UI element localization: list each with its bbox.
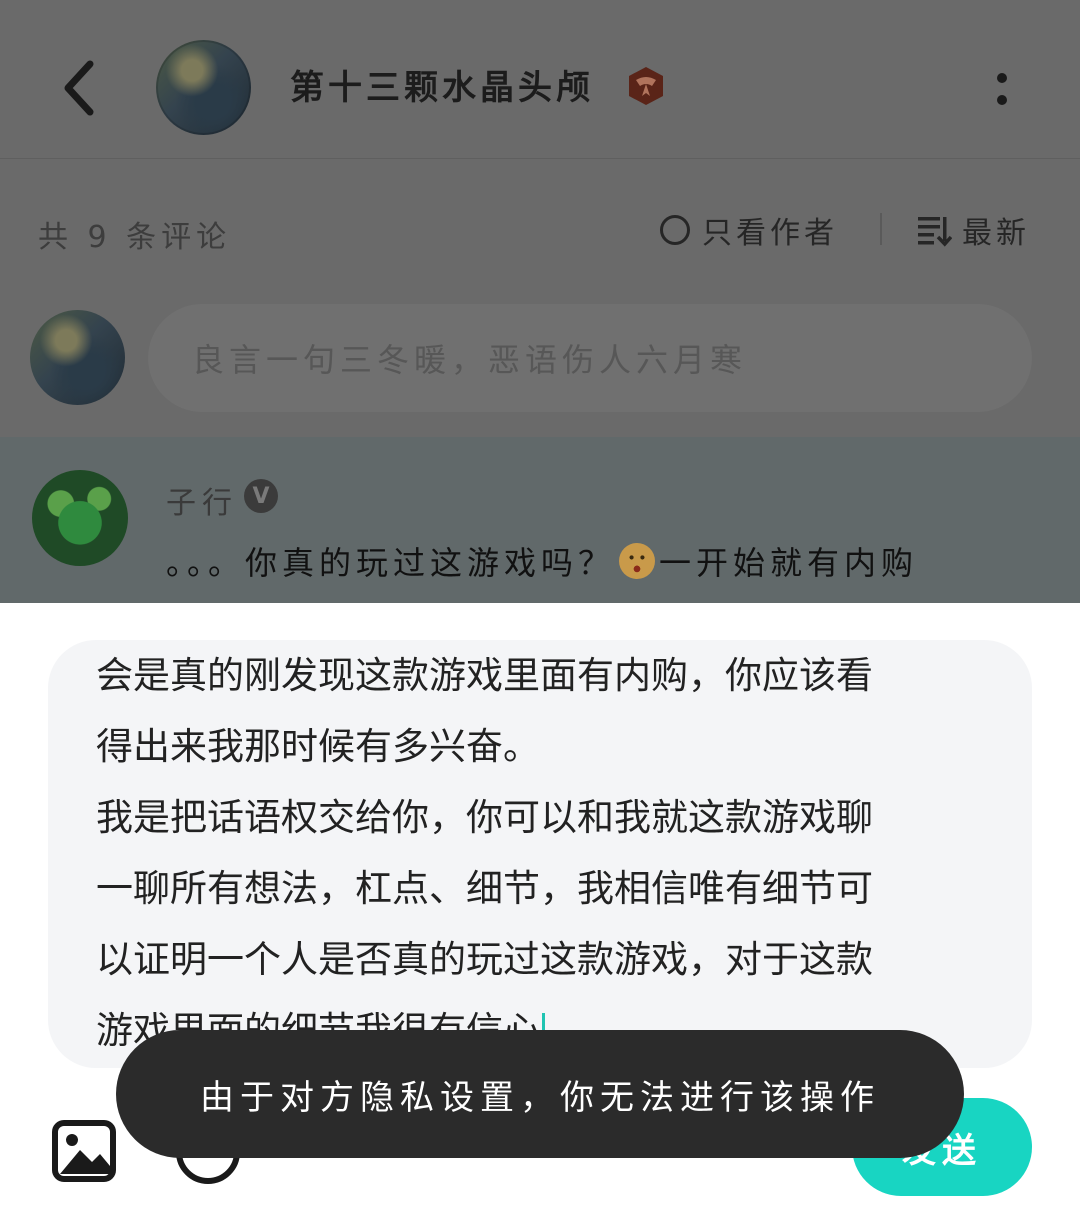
my-avatar [30, 310, 125, 405]
verified-badge-icon: V [244, 479, 278, 513]
top-bar: 第十三颗水晶头颅 [0, 0, 1080, 159]
author-only-toggle[interactable]: 只看作者 [660, 208, 838, 252]
comment-input-placeholder: 良言一句三冬暖，恶语伤人六月寒 [192, 341, 748, 379]
sort-icon [918, 217, 952, 247]
background-page: 第十三颗水晶头颅 共 9 条评论 只看作者 最新 良言一句三冬暖，恶语伤人六月寒… [0, 0, 1080, 603]
more-vertical-icon [997, 73, 1007, 105]
radio-icon [660, 215, 690, 245]
more-options-button[interactable] [990, 70, 1014, 110]
toast-message: 由于对方隐私设置，你无法进行该操作 [116, 1030, 964, 1158]
comment-text: 。。。你真的玩过这游戏吗？ 一开始就有内购 [166, 538, 918, 584]
game-badge-icon [626, 66, 666, 106]
back-button[interactable] [58, 58, 102, 118]
comment-count: 共 9 条评论 [38, 220, 232, 255]
chevron-left-icon [64, 60, 94, 116]
divider [880, 213, 882, 245]
page-title: 第十三颗水晶头颅 [290, 68, 594, 108]
commenter-avatar[interactable] [32, 470, 128, 566]
author-avatar[interactable] [156, 40, 251, 135]
reply-composer[interactable]: 会是真的刚发现这款游戏里面有内购，你应该看 得出来我那时候有多兴奋。 我是把话语… [48, 640, 1032, 1068]
sort-button[interactable]: 最新 [916, 208, 1030, 252]
author-only-label: 只看作者 [702, 216, 838, 251]
image-icon [52, 1120, 116, 1182]
reply-textarea[interactable]: 会是真的刚发现这款游戏里面有内购，你应该看 得出来我那时候有多兴奋。 我是把话语… [96, 640, 986, 1066]
comment-text-part1: 。。。你真的玩过这游戏吗？ [166, 544, 616, 582]
insert-image-button[interactable] [52, 1120, 116, 1182]
comment-text-part2: 一开始就有内购 [659, 544, 919, 582]
comment-input[interactable]: 良言一句三冬暖，恶语伤人六月寒 [148, 304, 1032, 412]
emoji-face-icon [619, 543, 656, 579]
commenter-name[interactable]: 子行 [166, 478, 238, 522]
sort-label: 最新 [962, 216, 1030, 251]
